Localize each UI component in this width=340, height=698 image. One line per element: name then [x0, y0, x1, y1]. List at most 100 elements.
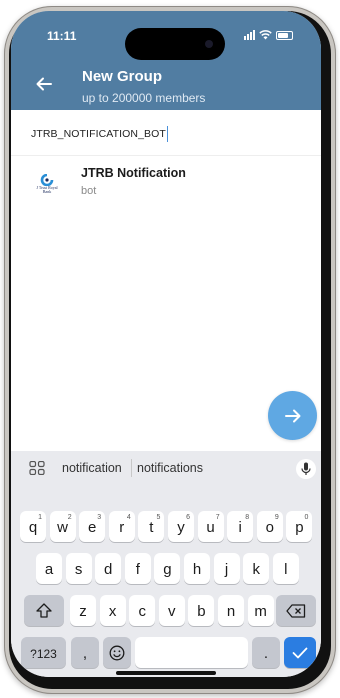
key-t[interactable]: t5 [138, 511, 165, 542]
page-subtitle: up to 200000 members [82, 91, 206, 105]
key-x[interactable]: x [99, 595, 126, 626]
page-title: New Group [82, 68, 163, 85]
checkmark-icon [292, 647, 308, 658]
key-label: w [57, 519, 69, 536]
key-label: s [74, 561, 83, 578]
key-p[interactable]: p0 [286, 511, 313, 542]
result-name: JTRB Notification [81, 166, 186, 180]
status-bar: 11:11 [11, 28, 321, 60]
comma-key[interactable]: , [71, 637, 99, 668]
keyboard: notification notifications q1w2e3r4t5y6u… [11, 451, 321, 677]
key-hint: 1 [38, 514, 42, 521]
key-i[interactable]: i8 [227, 511, 254, 542]
space-key[interactable] [135, 637, 248, 668]
key-label: r [119, 519, 125, 536]
symbols-key[interactable]: ?123 [21, 637, 66, 668]
key-hint: 0 [304, 514, 309, 521]
key-z[interactable]: z [70, 595, 96, 626]
back-button[interactable] [33, 73, 55, 95]
avatar-text: Bank [42, 189, 52, 194]
key-hint: 5 [156, 514, 161, 521]
key-label: i [238, 519, 242, 536]
status-icons [244, 30, 293, 40]
enter-key[interactable] [284, 637, 316, 668]
key-label: k [252, 561, 260, 578]
status-time: 11:11 [47, 29, 77, 43]
key-j[interactable]: j [213, 553, 240, 584]
backspace-key[interactable] [276, 595, 316, 626]
key-hint: 8 [245, 514, 250, 521]
shift-key[interactable] [24, 595, 64, 626]
shift-icon [36, 603, 52, 618]
key-f[interactable]: f [124, 553, 151, 584]
key-hint: 9 [274, 514, 279, 521]
key-label: p [295, 519, 304, 536]
key-g[interactable]: g [154, 553, 181, 584]
mic-button[interactable] [296, 459, 316, 479]
suggestion-2[interactable]: notifications [137, 461, 203, 475]
search-input[interactable]: JTRB_NOTIFICATION_BOT [11, 110, 321, 156]
key-label: u [206, 519, 215, 536]
key-label: e [88, 519, 97, 536]
key-a[interactable]: a [36, 553, 62, 584]
key-n[interactable]: n [218, 595, 244, 626]
app-header: 11:11 New Group up to 200000 members [11, 11, 321, 110]
camera-dot [205, 40, 213, 48]
key-h[interactable]: h [184, 553, 210, 584]
home-indicator [116, 671, 216, 675]
key-label: b [197, 603, 206, 620]
key-label: l [284, 561, 288, 578]
result-subtitle: bot [81, 185, 97, 197]
key-m[interactable]: m [247, 595, 274, 626]
screen: 11:11 New Group up to 200000 members JTR… [11, 11, 321, 677]
search-value: JTRB_NOTIFICATION_BOT [31, 126, 168, 142]
suggestion-1[interactable]: notification [62, 461, 122, 475]
key-label: n [226, 603, 236, 620]
key-label: h [192, 561, 202, 578]
key-label: g [163, 561, 172, 578]
avatar: J Trust Royal Bank [31, 168, 63, 200]
battery-icon [276, 30, 293, 40]
key-label: m [254, 603, 267, 620]
dynamic-island [125, 28, 225, 60]
key-hint: 2 [67, 514, 72, 521]
key-s[interactable]: s [65, 553, 92, 584]
mic-icon [301, 462, 311, 475]
suggestion-divider [131, 459, 132, 477]
key-d[interactable]: d [95, 553, 122, 584]
key-hint: 4 [126, 514, 131, 521]
key-e[interactable]: e3 [79, 511, 106, 542]
emoji-icon [109, 645, 125, 660]
key-label: j [224, 561, 229, 578]
key-r[interactable]: r4 [108, 511, 135, 542]
key-hint: 3 [97, 514, 102, 521]
key-l[interactable]: l [272, 553, 299, 584]
key-o[interactable]: o9 [256, 511, 283, 542]
key-b[interactable]: b [188, 595, 215, 626]
period-key[interactable]: . [252, 637, 280, 668]
next-button[interactable] [268, 391, 317, 440]
text-cursor [166, 126, 168, 142]
key-q[interactable]: q1 [20, 511, 46, 542]
key-w[interactable]: w2 [49, 511, 76, 542]
emoji-key[interactable] [103, 637, 131, 668]
key-hint: 7 [215, 514, 220, 521]
key-c[interactable]: c [129, 595, 156, 626]
arrow-right-icon [284, 409, 300, 422]
list-item[interactable]: J Trust Royal Bank JTRB Notification bot [11, 159, 321, 207]
key-k[interactable]: k [243, 553, 270, 584]
key-v[interactable]: v [158, 595, 185, 626]
signal-icon [244, 30, 255, 40]
apps-grid-icon[interactable] [29, 461, 45, 475]
key-hint: 6 [186, 514, 190, 521]
key-label: q [28, 519, 38, 536]
key-label: y [177, 519, 185, 536]
suggestion-bar: notification notifications [11, 451, 321, 485]
key-label: x [108, 603, 117, 620]
key-y[interactable]: y6 [168, 511, 194, 542]
key-u[interactable]: u7 [197, 511, 224, 542]
key-label: a [44, 561, 54, 578]
key-label: f [135, 561, 140, 578]
key-label: t [149, 519, 154, 536]
key-label: c [138, 603, 146, 620]
